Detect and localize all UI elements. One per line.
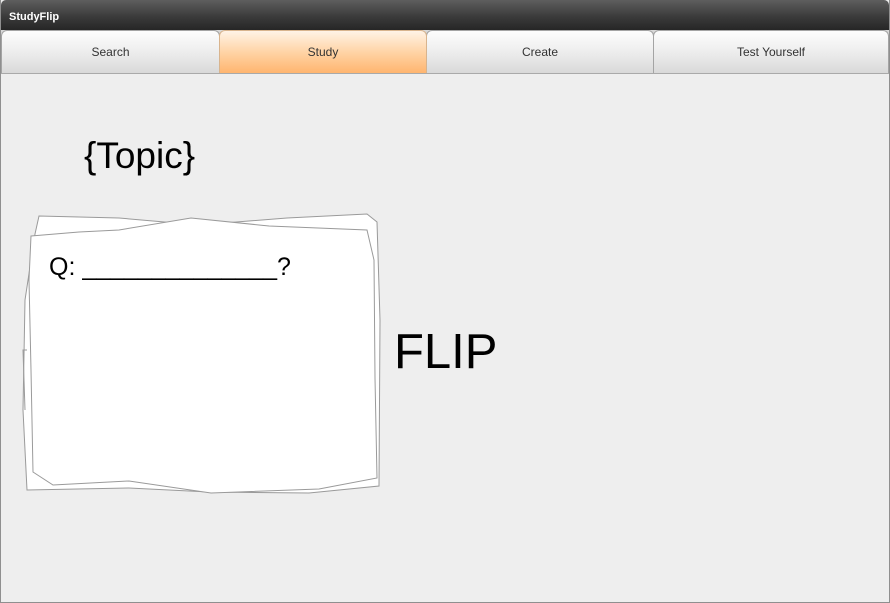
tab-create[interactable]: Create — [426, 30, 654, 73]
flip-button[interactable]: FLIP — [394, 324, 497, 380]
title-bar: StudyFlip — [1, 0, 889, 30]
tab-test-yourself[interactable]: Test Yourself — [653, 30, 889, 73]
tab-study[interactable]: Study — [219, 30, 427, 73]
flashcard[interactable]: Q: ______________? — [19, 210, 385, 496]
app-window: StudyFlip Search Create Test Yourself St… — [0, 0, 890, 603]
window-title: StudyFlip — [9, 11, 60, 23]
tab-bar: Search Create Test Yourself Study — [1, 30, 889, 74]
study-panel: {Topic} Q: ______________? FLIP — [1, 74, 889, 602]
topic-heading: {Topic} — [84, 135, 196, 176]
tab-search[interactable]: Search — [1, 30, 220, 73]
question-text: Q: ______________? — [49, 253, 291, 281]
